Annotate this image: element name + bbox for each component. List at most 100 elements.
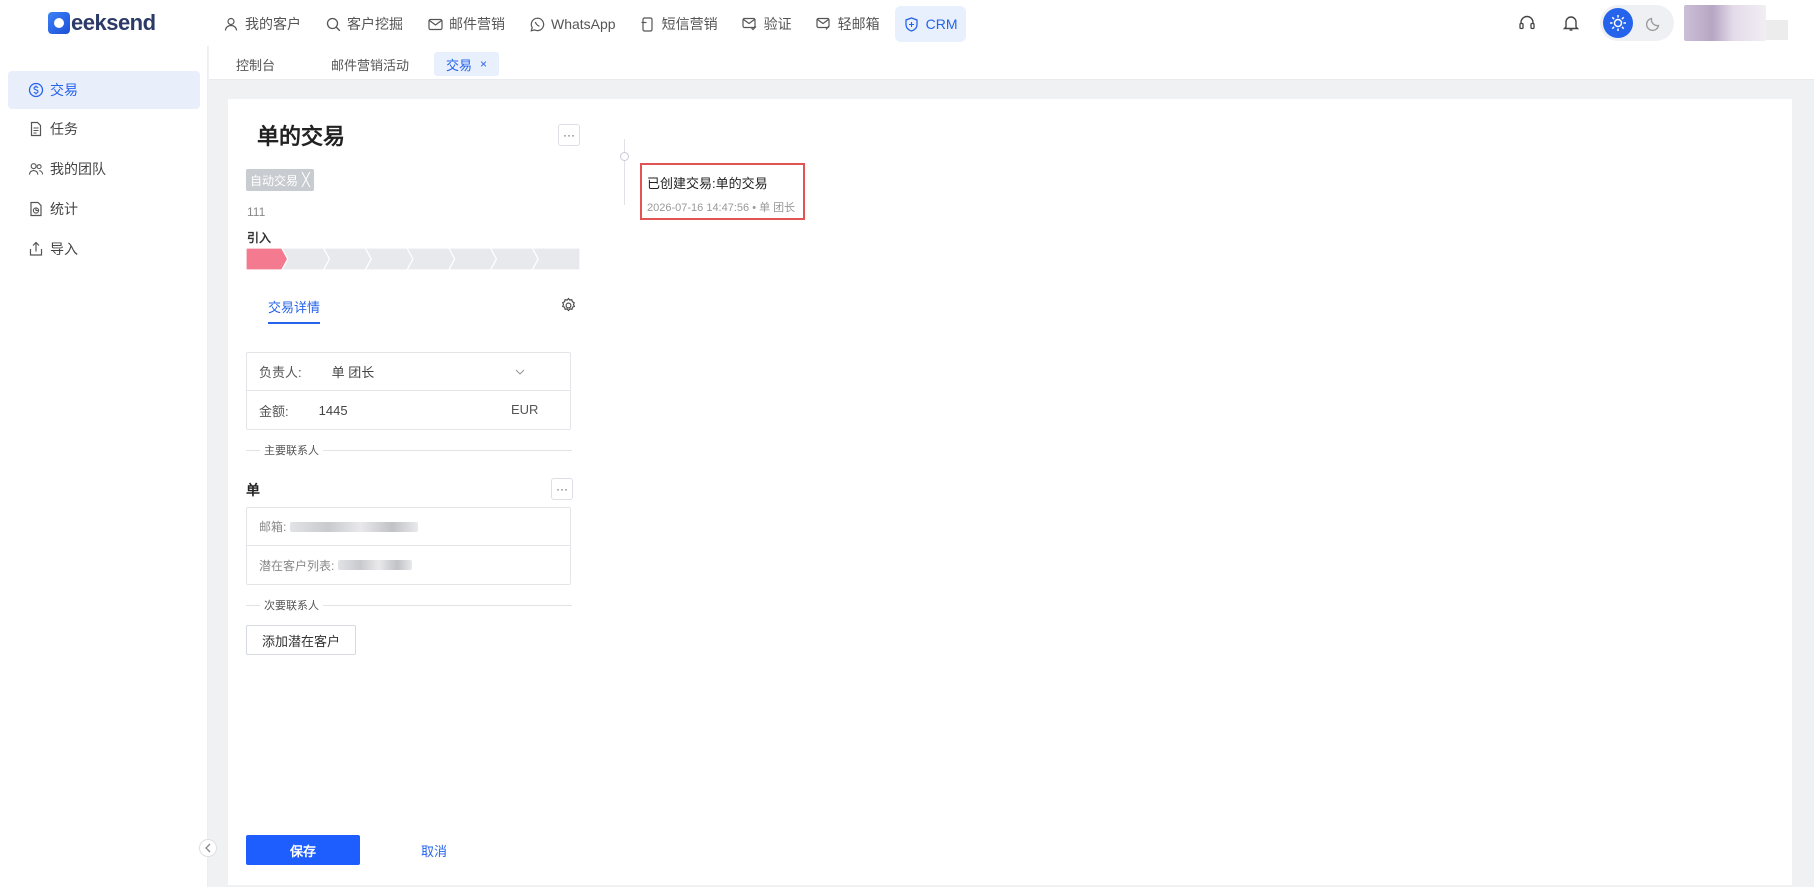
add-lead-button[interactable]: 添加潜在客户: [246, 625, 356, 655]
nav-label: CRM: [925, 16, 958, 32]
main-nav: 我的客户 客户挖掘 邮件营销 WhatsApp 短信营销 验证 轻邮箱 CRM: [214, 6, 972, 42]
owner-field[interactable]: 负责人: 单 团长: [247, 353, 570, 391]
team-icon: [28, 161, 44, 177]
contact-fields: 邮箱: 潜在客户列表:: [246, 507, 571, 585]
amount-value: 1445: [318, 402, 348, 418]
sidebar-item-tasks[interactable]: 任务: [8, 110, 200, 148]
timeline-dot: [620, 152, 629, 161]
nav-item-sms-marketing[interactable]: 短信营销: [631, 6, 727, 42]
chevron-left-icon: [205, 843, 211, 853]
nav-item-whatsapp[interactable]: WhatsApp: [520, 6, 625, 42]
email-label: 邮箱:: [259, 520, 287, 534]
tab-deals[interactable]: 交易 ×: [434, 52, 500, 76]
divider-label: 主要联系人: [264, 445, 319, 457]
amount-label: 金额:: [259, 403, 289, 419]
crm-icon: [904, 16, 920, 32]
nav-item-my-customers[interactable]: 我的客户: [214, 6, 310, 42]
dollar-circle-icon: [28, 82, 44, 98]
sidebar-item-deals[interactable]: 交易: [8, 71, 200, 109]
nav-label: 轻邮箱: [837, 16, 880, 32]
lead-list-field[interactable]: 潜在客户列表:: [247, 546, 570, 584]
sidebar-item-stats[interactable]: 统计: [8, 190, 200, 228]
amount-field[interactable]: 金额: 1445 EUR: [247, 391, 570, 429]
nav-item-light-mailbox[interactable]: 轻邮箱: [807, 6, 889, 42]
lead-list-value-redacted: [338, 560, 413, 570]
currency-label: EUR: [511, 402, 539, 417]
tab-email-campaigns[interactable]: 邮件营销活动: [319, 52, 421, 76]
primary-contact-divider: 主要联系人: [246, 443, 572, 457]
sidebar-item-label: 任务: [50, 121, 78, 137]
user-avatar[interactable]: [1684, 5, 1766, 41]
stage-segment[interactable]: [246, 248, 289, 270]
sidebar-item-import[interactable]: 导入: [8, 230, 200, 268]
contact-more-button[interactable]: ···: [551, 478, 573, 500]
nav-label: 验证: [763, 16, 792, 32]
timeline-line: [624, 139, 625, 205]
tab-label: 交易: [446, 57, 473, 73]
tab-label: 控制台: [236, 57, 276, 73]
tab-close-icon[interactable]: ×: [480, 57, 487, 71]
stage-segment[interactable]: [406, 248, 456, 270]
divider-label: 次要联系人: [264, 600, 319, 612]
sidebar-item-label: 我的团队: [50, 161, 106, 177]
nav-item-verify[interactable]: 验证: [733, 6, 801, 42]
nav-item-crm[interactable]: CRM: [894, 6, 967, 42]
theme-toggle[interactable]: [1600, 5, 1674, 41]
tab-deal-details[interactable]: 交易详情: [268, 297, 321, 324]
owner-label: 负责人:: [259, 365, 302, 380]
tab-dashboard[interactable]: 控制台: [224, 52, 287, 76]
tag-label: 自动交易: [250, 173, 299, 188]
timeline-entry-meta: 2026-07-16 14:47:56 • 单 团长: [647, 199, 798, 215]
light-mail-icon: [816, 16, 832, 32]
nav-label: WhatsApp: [551, 16, 616, 32]
support-headset-icon[interactable]: [1512, 8, 1542, 38]
timeline-entry-title: 已创建交易:单的交易: [647, 176, 768, 191]
chevron-down-icon[interactable]: [514, 366, 526, 378]
email-field[interactable]: 邮箱:: [247, 508, 570, 546]
logo-mark-icon: [48, 12, 70, 34]
nav-label: 邮件营销: [449, 16, 505, 32]
stage-label: 引入: [247, 231, 272, 245]
nav-item-customer-mining[interactable]: 客户挖掘: [316, 6, 412, 42]
app-logo[interactable]: eeksend: [48, 10, 156, 36]
bell-icon[interactable]: [1556, 8, 1586, 38]
stage-segment[interactable]: [531, 248, 580, 270]
verify-mail-icon: [742, 16, 758, 32]
sms-icon: [640, 16, 656, 32]
stage-segment[interactable]: [489, 248, 539, 270]
stage-segment[interactable]: [364, 248, 414, 270]
deal-fields: 负责人: 单 团长 金额: 1445 EUR: [246, 352, 571, 430]
tag-close-icon[interactable]: ╳: [302, 172, 310, 188]
sidebar: 交易 任务 我的团队 统计 导入: [0, 46, 208, 887]
stage-segment[interactable]: [322, 248, 372, 270]
moon-icon[interactable]: [1639, 8, 1669, 38]
sidebar-collapse-button[interactable]: [199, 839, 217, 857]
stage-segment[interactable]: [448, 248, 498, 270]
sidebar-item-label: 统计: [50, 201, 78, 217]
user-icon: [223, 16, 239, 32]
tab-label: 邮件营销活动: [331, 57, 410, 73]
corner-placeholder: [1766, 20, 1788, 40]
sun-icon[interactable]: [1603, 8, 1633, 38]
stage-progress-bar[interactable]: [246, 248, 580, 270]
cancel-button[interactable]: 取消: [404, 835, 464, 865]
nav-label: 客户挖掘: [347, 16, 403, 32]
timeline-entry[interactable]: 已创建交易:单的交易 2026-07-16 14:47:56 • 单 团长: [640, 163, 805, 220]
save-button[interactable]: 保存: [246, 835, 360, 865]
stats-icon: [28, 201, 44, 217]
stage-segment[interactable]: [281, 248, 331, 270]
timeline-entry-time: 2026-07-16 14:47:56: [647, 202, 750, 214]
top-navbar: eeksend 我的客户 客户挖掘 邮件营销 WhatsApp 短信营销 验证 …: [0, 0, 1814, 46]
search-icon: [325, 16, 341, 32]
deal-more-button[interactable]: ···: [558, 124, 580, 146]
gear-icon[interactable]: [558, 295, 578, 315]
contact-name: 单: [246, 482, 260, 498]
sidebar-item-my-team[interactable]: 我的团队: [8, 150, 200, 188]
owner-value: 单 团长: [331, 365, 375, 380]
nav-item-email-marketing[interactable]: 邮件营销: [418, 6, 514, 42]
secondary-contact-divider: 次要联系人: [246, 598, 572, 612]
logo-text: eeksend: [71, 10, 156, 35]
status-tag: 自动交易 ╳: [246, 169, 314, 191]
whatsapp-icon: [529, 16, 545, 32]
email-value-redacted: [290, 521, 419, 532]
